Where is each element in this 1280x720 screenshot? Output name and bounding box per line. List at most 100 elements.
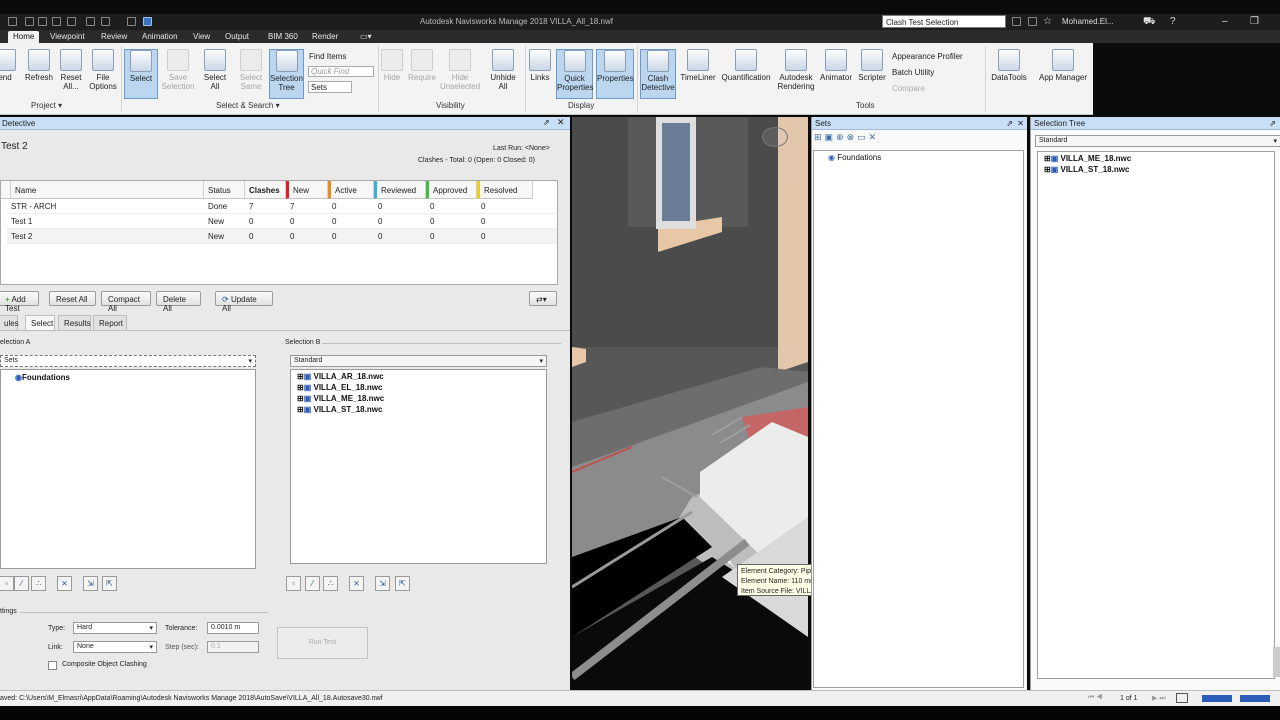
group-select-search[interactable]: Select & Search ▾ xyxy=(216,101,280,110)
self-intersect-icon[interactable]: ⨯ xyxy=(349,576,364,591)
animator-button[interactable]: Animator xyxy=(818,49,854,82)
import-export-button[interactable]: ⇄▾ xyxy=(529,291,557,306)
select-button[interactable]: Select xyxy=(124,49,158,99)
open-icon[interactable] xyxy=(38,17,47,26)
navigation-bar[interactable] xyxy=(786,182,802,342)
tab-view[interactable]: View xyxy=(193,31,210,43)
tree-item-foundations[interactable]: ◉Foundations xyxy=(15,373,70,382)
tab-home[interactable]: Home xyxy=(8,31,40,43)
link-select[interactable]: None ▾ xyxy=(73,641,157,653)
app-menu-icon[interactable] xyxy=(8,17,17,26)
select-icon[interactable] xyxy=(143,17,152,26)
points-icon[interactable]: ∴ xyxy=(323,576,338,591)
tab-render[interactable]: Render xyxy=(312,31,338,43)
tab-select[interactable]: Select xyxy=(25,315,55,330)
type-select[interactable]: Hard ▾ xyxy=(73,622,157,634)
line-icon[interactable]: ⁄ xyxy=(305,576,320,591)
undo-icon[interactable] xyxy=(86,17,95,26)
tab-viewpoint[interactable]: Viewpoint xyxy=(50,31,85,43)
search-input[interactable]: Clash Test Selection xyxy=(882,15,1006,28)
reset-all-tests-button[interactable]: Reset All xyxy=(49,291,96,306)
quantification-button[interactable]: Quantification xyxy=(719,49,773,82)
hide-unselected-button[interactable]: Hide Unselected xyxy=(440,49,480,91)
compare-button[interactable]: Compare xyxy=(892,84,925,93)
self-intersect-icon[interactable]: ⨯ xyxy=(57,576,72,591)
find-items-button[interactable]: Find Items xyxy=(309,52,346,61)
timeliner-button[interactable]: TimeLiner xyxy=(678,49,718,82)
tree-item[interactable]: ⊞▣ VILLA_ME_18.nwc xyxy=(297,394,384,403)
compact-all-button[interactable]: Compact All xyxy=(101,291,151,313)
properties-button[interactable]: Properties xyxy=(596,49,634,99)
col-clashes[interactable]: Clashes xyxy=(245,181,286,199)
new-icon[interactable] xyxy=(25,17,34,26)
col-status[interactable]: Status xyxy=(204,181,245,199)
user-name[interactable]: Mohamed.El... xyxy=(1062,17,1114,26)
tab-animation[interactable]: Animation xyxy=(142,31,178,43)
tree-item[interactable]: ⊞▣ VILLA_ST_18.nwc xyxy=(297,405,382,414)
close-icon[interactable]: ✕ xyxy=(1017,119,1024,128)
quick-properties-button[interactable]: Quick Properties xyxy=(556,49,593,99)
pin-icon[interactable]: ⇗ xyxy=(543,118,550,127)
refresh-button[interactable]: Refresh xyxy=(22,49,56,82)
append-button[interactable]: end xyxy=(0,49,16,82)
redo-icon[interactable] xyxy=(101,17,110,26)
select-in-scene-icon[interactable]: ⇱ xyxy=(102,576,117,591)
tab-output[interactable]: Output xyxy=(225,31,249,43)
tab-bim360[interactable]: BIM 360 xyxy=(268,31,298,43)
next-page-icon[interactable]: ▶ ⏭ xyxy=(1152,694,1166,703)
tree-item[interactable]: ⊞▣ VILLA_AR_18.nwc xyxy=(297,372,384,381)
group-project[interactable]: Project ▾ xyxy=(31,101,62,110)
line-icon[interactable]: ⁄ xyxy=(14,576,29,591)
hide-button[interactable]: Hide xyxy=(380,49,404,82)
select-icon[interactable]: ▫ xyxy=(286,576,301,591)
links-button[interactable]: Links xyxy=(528,49,552,82)
maximize-icon[interactable]: ❐ xyxy=(1250,16,1259,27)
require-button[interactable]: Require xyxy=(406,49,438,82)
selection-b-combo[interactable]: Standard ▾ xyxy=(290,355,547,367)
selection-tree-button[interactable]: Selection Tree xyxy=(269,49,304,99)
file-options-button[interactable]: File Options xyxy=(87,49,119,91)
star-icon[interactable]: ☆ xyxy=(1043,16,1052,27)
communication-icon[interactable] xyxy=(1028,17,1037,26)
select-same-button[interactable]: Select Same xyxy=(236,49,266,91)
select-icon[interactable]: ▫ xyxy=(0,576,14,591)
help-icon[interactable]: ? xyxy=(1170,16,1176,27)
autodesk-rendering-button[interactable]: Autodesk Rendering xyxy=(776,49,816,91)
clash-detective-button[interactable]: Clash Detective xyxy=(640,49,676,99)
tab-rules[interactable]: ules xyxy=(0,315,19,330)
step-input[interactable]: 0.1 xyxy=(207,641,259,653)
use-current-icon[interactable]: ⇲ xyxy=(375,576,390,591)
save-icon[interactable] xyxy=(52,17,61,26)
cart-icon[interactable]: ⛟ xyxy=(1143,16,1156,29)
col-resolved[interactable]: Resolved xyxy=(477,181,533,199)
add-test-button[interactable]: + Add Test xyxy=(0,291,39,313)
tree-item[interactable]: ⊞▣ VILLA_ST_18.nwc xyxy=(1044,165,1129,174)
composite-checkbox[interactable] xyxy=(48,661,57,670)
update-all-button[interactable]: ⟳ Update All xyxy=(215,291,273,313)
set-item-foundations[interactable]: ◉ Foundations xyxy=(828,153,881,162)
tree-item[interactable]: ⊞▣ VILLA_EL_18.nwc xyxy=(297,383,382,392)
binoculars-icon[interactable] xyxy=(1012,17,1021,26)
first-page-icon[interactable]: ⏮ ◀ xyxy=(1088,694,1103,702)
tree-item[interactable]: ⊞▣ VILLA_ME_18.nwc xyxy=(1044,154,1131,163)
scrollbar[interactable] xyxy=(1273,647,1280,677)
col-name[interactable]: Name xyxy=(11,181,204,199)
close-icon[interactable]: ✕ xyxy=(557,117,565,128)
datatools-button[interactable]: DataTools xyxy=(988,49,1030,82)
3d-viewport[interactable] xyxy=(572,117,808,690)
reset-all-button[interactable]: Reset All... xyxy=(58,49,84,91)
unhide-all-button[interactable]: Unhide All xyxy=(486,49,520,91)
tolerance-input[interactable]: 0.0010 m xyxy=(207,622,259,634)
select-in-scene-icon[interactable]: ⇱ xyxy=(395,576,410,591)
col-reviewed[interactable]: Reviewed xyxy=(374,181,426,199)
tab-report[interactable]: Report xyxy=(93,315,127,330)
run-test-button[interactable]: Run Test xyxy=(277,627,368,659)
sheet-browser-icon[interactable] xyxy=(1176,693,1188,703)
tab-review[interactable]: Review xyxy=(101,31,127,43)
minimize-icon[interactable]: – xyxy=(1222,16,1228,27)
use-current-icon[interactable]: ⇲ xyxy=(83,576,98,591)
selection-a-combo[interactable]: Sets ▾ xyxy=(0,355,256,367)
refresh-icon[interactable] xyxy=(127,17,136,26)
selection-tree-combo[interactable]: Standard ▾ xyxy=(1035,135,1280,147)
sets-toolbar[interactable]: ⊞▣⊕⊗▭✕ xyxy=(814,132,1024,148)
